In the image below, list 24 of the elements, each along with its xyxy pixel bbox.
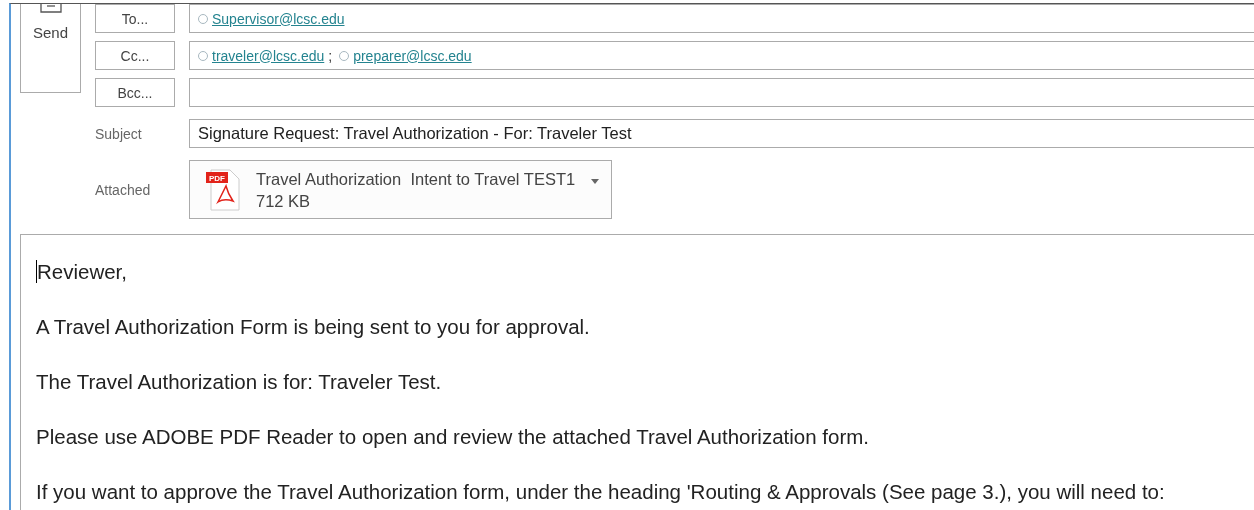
body-paragraph: The Travel Authorization is for: Traveler Test. [36, 371, 443, 393]
body-paragraph: Please use ADOBE PDF Reader to open and review the attached Travel Authorization form. [36, 426, 870, 448]
address-button[interactable]: To... [95, 4, 175, 33]
attachment-card[interactable]: PDF Travel Authorization Intent to Travel TEST1 712 KB [189, 160, 612, 219]
recipient-link[interactable]: Supervisor@lcsc.edu [212, 10, 345, 27]
subject-label: Subject [95, 125, 143, 142]
address-button[interactable]: Cc... [95, 41, 175, 70]
recipient-link[interactable]: preparer@lcsc.edu [353, 47, 472, 64]
body-paragraph: If you want to approve the Travel Authorization form, under the heading 'Routing & Approvals (See page 3.), you will need to: [36, 481, 1166, 503]
body-paragraph: Reviewer, [36, 261, 128, 283]
dropdown-caret-icon[interactable] [591, 179, 599, 184]
recipient-link[interactable]: traveler@lcsc.edu [212, 47, 325, 64]
attached-label: Attached [95, 181, 152, 198]
address-field[interactable] [189, 78, 1254, 107]
address-field[interactable]: traveler@lcsc.edu ; preparer@lcsc.edu [189, 41, 1254, 70]
attachment-size: 712 KB [256, 190, 312, 212]
address-field[interactable]: Supervisor@lcsc.edu [189, 4, 1254, 33]
subject-field[interactable]: Signature Request: Travel Authorization - For: Traveler Test [189, 119, 1254, 148]
attachment-name: Travel Authorization Intent to Travel TEST1 [256, 168, 577, 190]
address-button[interactable]: Bcc... [95, 78, 175, 107]
message-body[interactable] [20, 234, 1254, 510]
body-paragraph: A Travel Authorization Form is being sent to you for approval. [36, 316, 591, 338]
separator: ; [328, 47, 333, 64]
send-button[interactable]: Send [20, 4, 81, 93]
